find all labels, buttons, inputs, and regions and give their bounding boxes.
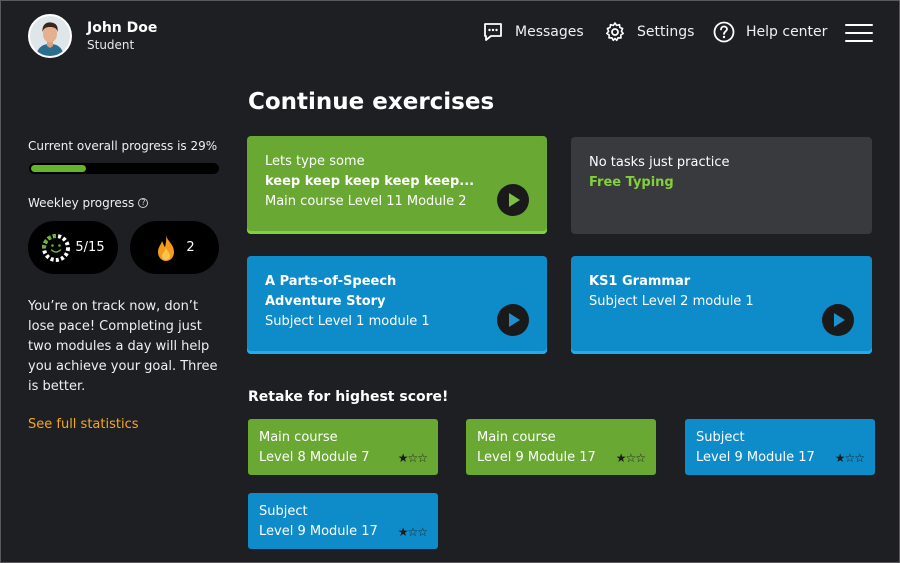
user-role: Student xyxy=(87,38,135,52)
retake-card-level: Level 9 Module 17 xyxy=(477,450,596,465)
avatar xyxy=(28,14,72,58)
user-name: John Doe xyxy=(87,20,158,36)
motivation-message: You’re on track now, don’t lose pace! Co… xyxy=(28,299,218,394)
star-rating-icon: ★☆☆ xyxy=(397,451,428,465)
overall-progress-bar xyxy=(29,163,219,174)
retake-card-title: Main course xyxy=(259,430,338,445)
chat-bubble-icon xyxy=(484,23,502,41)
smiley-progress-icon xyxy=(42,233,71,262)
retake-card[interactable]: Main course Level 8 Module 7 ★☆☆ xyxy=(248,419,438,475)
nav-settings-label: Settings xyxy=(637,24,695,40)
retake-card[interactable]: Main course Level 9 Module 17 ★☆☆ xyxy=(466,419,656,475)
card-subtitle: No tasks just practice xyxy=(589,155,730,170)
retake-card-level: Level 9 Module 17 xyxy=(259,524,378,539)
card-title-line2: Adventure Story xyxy=(265,294,386,309)
nav-help[interactable]: Help center xyxy=(713,21,827,43)
star-rating-icon: ★☆☆ xyxy=(397,525,428,539)
play-button[interactable] xyxy=(497,184,529,216)
overall-progress-fill xyxy=(31,165,86,172)
weekly-progress-label: Weekley progress ? xyxy=(28,196,149,210)
nav-settings[interactable]: Settings xyxy=(604,21,694,43)
card-title: A Parts-of-Speech xyxy=(265,274,397,289)
app-window: John Doe Student Messages Settings Help … xyxy=(1,1,899,562)
page-title: Continue exercises xyxy=(248,89,495,115)
retake-card[interactable]: Subject Level 9 Module 17 ★☆☆ xyxy=(685,419,875,475)
card-title: Free Typing xyxy=(589,175,674,190)
retake-card-title: Subject xyxy=(696,430,745,445)
retake-card-level: Level 9 Module 17 xyxy=(696,450,815,465)
play-button[interactable] xyxy=(497,304,529,336)
star-rating-icon: ★☆☆ xyxy=(615,451,646,465)
exercise-card-ks1-grammar[interactable]: KS1 Grammar Subject Level 2 module 1 xyxy=(571,256,872,354)
overall-progress-text: Current overall progress is 29% xyxy=(28,139,218,153)
see-full-statistics-link[interactable]: See full statistics xyxy=(28,417,139,432)
retake-card-title: Subject xyxy=(259,504,308,519)
card-level: Subject Level 2 module 1 xyxy=(589,294,754,309)
streak-pill: 2 xyxy=(130,221,219,274)
nav-help-label: Help center xyxy=(746,24,828,40)
retake-card[interactable]: Subject Level 9 Module 17 ★☆☆ xyxy=(248,493,438,549)
retake-card-level: Level 8 Module 7 xyxy=(259,450,370,465)
card-subtitle: Lets type some xyxy=(265,154,365,169)
flame-icon xyxy=(158,234,175,261)
retake-card-title: Main course xyxy=(477,430,556,445)
card-title: KS1 Grammar xyxy=(589,274,691,289)
card-level: Main course Level 11 Module 2 xyxy=(265,194,467,209)
nav-messages[interactable]: Messages xyxy=(482,21,584,43)
card-title: keep keep keep keep keep... xyxy=(265,174,475,189)
user-profile[interactable]: John Doe Student xyxy=(28,14,157,58)
info-icon[interactable]: ? xyxy=(138,198,149,208)
exercise-card-typing[interactable]: Lets type some keep keep keep keep keep.… xyxy=(247,136,547,234)
hamburger-icon[interactable] xyxy=(845,24,873,46)
weekly-count: 5/15 xyxy=(75,240,105,255)
streak-count: 2 xyxy=(186,240,195,255)
question-circle-icon xyxy=(713,21,735,43)
weekly-progress-pill: 5/15 xyxy=(28,221,118,274)
nav-messages-label: Messages xyxy=(515,24,584,40)
retake-section-title: Retake for highest score! xyxy=(248,389,449,405)
weekly-progress-text: Weekley progress xyxy=(28,196,135,210)
star-rating-icon: ★☆☆ xyxy=(834,451,865,465)
card-level: Subject Level 1 module 1 xyxy=(265,314,430,329)
gear-icon xyxy=(606,22,624,42)
free-typing-card[interactable]: No tasks just practice Free Typing xyxy=(571,137,872,234)
play-button[interactable] xyxy=(822,304,854,336)
exercise-card-parts-of-speech[interactable]: A Parts-of-Speech Adventure Story Subjec… xyxy=(247,256,547,354)
